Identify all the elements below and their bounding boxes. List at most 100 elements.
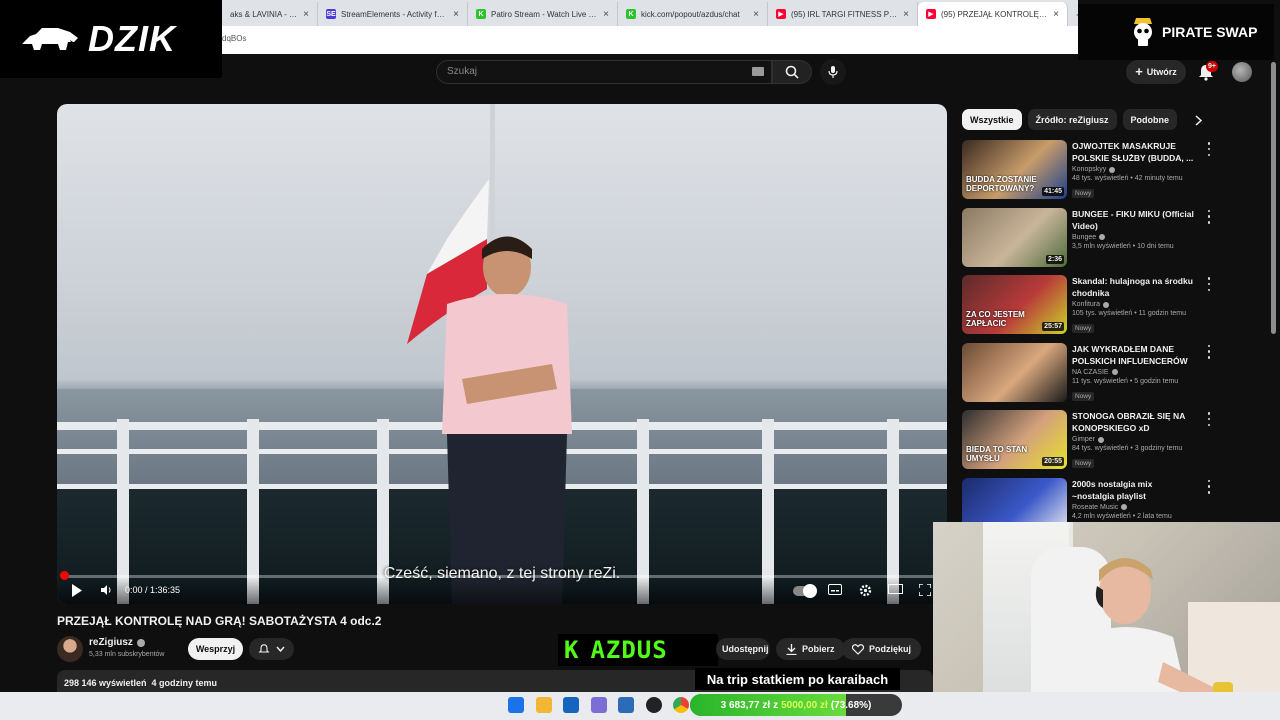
support-button[interactable]: Wesprzyj <box>188 638 243 660</box>
create-label: Utwórz <box>1146 67 1177 77</box>
channel-avatar[interactable] <box>57 636 83 662</box>
recommendation-item[interactable]: 2:36 BUNGEE - FIKU MIKU (Official Video) B… <box>962 207 1212 270</box>
thumbnail-text: BIEDA TO STAN UMYSŁU <box>966 445 1028 463</box>
share-button[interactable]: Udostępnij <box>716 638 770 660</box>
browser-tab[interactable]: ▶ (95) IRL TARGI FITNESS POTEM × <box>768 2 918 26</box>
kick-streamer-overlay: K AZDUS <box>558 634 718 666</box>
recommendation-title[interactable]: OJWOJTEK MASAKRUJE POLSKIE SŁUŻBY (BUDDA… <box>1072 140 1196 164</box>
recommendation-thumbnail[interactable]: BUDDA ZOSTANIE DEPORTOWANY? 41:45 <box>962 140 1067 199</box>
video-title: PRZEJĄŁ KONTROLĘ NAD GRĄ! SABOTAŻYSTA 4 … <box>57 614 382 628</box>
recommendation-thumbnail[interactable] <box>962 342 1067 402</box>
app-icon[interactable] <box>591 697 607 713</box>
dzik-logo-overlay: DZIK <box>0 0 222 78</box>
account-avatar[interactable] <box>1232 62 1252 82</box>
tab-close-icon[interactable]: × <box>753 9 759 20</box>
autoplay-toggle[interactable] <box>793 584 817 598</box>
fullscreen-button[interactable] <box>919 584 931 596</box>
webcam-overlay <box>933 522 1280 720</box>
theater-mode-button[interactable] <box>888 584 903 594</box>
filter-chips: WszystkieŹródło: reZigiuszPodobneDla <box>962 109 1182 131</box>
more-options-icon[interactable] <box>1206 479 1212 494</box>
tab-close-icon[interactable]: × <box>603 9 609 20</box>
start-windows-icon[interactable] <box>508 697 524 713</box>
filter-chip[interactable]: Podobne <box>1122 109 1178 130</box>
create-button[interactable]: + Utwórz <box>1126 60 1186 84</box>
recommendation-channel-row[interactable]: Konopskyy <box>1072 166 1196 173</box>
tab-title: StreamElements - Activity feed <box>341 9 449 19</box>
recommendation-thumbnail[interactable]: BIEDA TO STAN UMYSŁU 20:55 <box>962 410 1067 469</box>
video-duration: 41:45 <box>1042 187 1064 196</box>
thanks-button[interactable]: Podziękuj <box>842 638 922 660</box>
settings-button[interactable] <box>859 584 872 597</box>
download-button[interactable]: Pobierz <box>776 638 845 660</box>
browser-address-bar[interactable]: dqBOs <box>222 26 1078 54</box>
chips-next-button[interactable] <box>1188 111 1208 129</box>
filter-chip[interactable]: Źródło: reZigiusz <box>1027 109 1117 130</box>
recommendation-title[interactable]: 2000s nostalgia mix ~nostalgia playlist <box>1072 478 1196 502</box>
more-options-icon[interactable] <box>1206 209 1212 224</box>
obs-icon[interactable] <box>646 697 662 713</box>
page-scrollbar[interactable] <box>1271 62 1276 334</box>
more-options-icon[interactable] <box>1206 344 1212 359</box>
browser-tab[interactable]: K Patiro Stream - Watch Live on K × <box>468 2 618 26</box>
browser-tab[interactable]: aks & LAVINIA - I Wa × <box>222 2 318 26</box>
recommendation-title[interactable]: BUNGEE - FIKU MIKU (Official Video) <box>1072 208 1196 232</box>
tab-favicon-icon: ▶ <box>776 9 786 19</box>
search-input[interactable]: Szukaj <box>436 60 772 84</box>
donation-goal: 5000,00 zł <box>781 699 828 711</box>
search-placeholder: Szukaj <box>447 66 478 77</box>
recommendation-channel-row[interactable]: NA CZASIE <box>1072 369 1196 376</box>
volume-button[interactable] <box>100 584 112 596</box>
recommendation-thumbnail[interactable]: ZA CO JESTEM ZAPŁACIC 25:57 <box>962 275 1067 334</box>
more-options-icon[interactable] <box>1206 277 1212 291</box>
channel-subscribers: 5,33 mln subskrybentów <box>89 651 165 658</box>
search-button[interactable] <box>772 60 812 84</box>
recommendation-channel: Konopskyy <box>1072 166 1107 173</box>
new-tab-button[interactable]: + <box>1068 7 1078 26</box>
player-progress-bar[interactable] <box>65 575 939 578</box>
recommendation-title[interactable]: STONOGA OBRAZIŁ SIĘ NA KONOPSKIEGO xD <box>1072 410 1196 434</box>
recommendation-channel-row[interactable]: Gimper <box>1072 436 1196 443</box>
tab-favicon-icon: ▶ <box>926 9 936 19</box>
bell-icon <box>258 644 270 653</box>
recommendation-item[interactable]: BIEDA TO STAN UMYSŁU 20:55 STONOGA OBRAZIŁ… <box>962 410 1212 472</box>
file-explorer-icon[interactable] <box>536 697 552 713</box>
recommendation-title[interactable]: Skandal: hulajnoga na środku chodnika <box>1072 275 1196 299</box>
tab-close-icon[interactable]: × <box>1053 9 1059 20</box>
thumbnail-text: ZA CO JESTEM ZAPŁACIC <box>966 310 1025 328</box>
outlook-icon[interactable] <box>563 697 579 713</box>
video-player[interactable]: Cześć, siemano, z tej strony reZi. 0:00 … <box>57 104 947 604</box>
gear-icon <box>859 584 872 597</box>
tab-close-icon[interactable]: × <box>453 9 459 20</box>
tab-close-icon[interactable]: × <box>903 9 909 20</box>
keyboard-icon[interactable] <box>752 67 764 76</box>
more-options-icon[interactable] <box>1206 412 1212 426</box>
browser-tab[interactable]: SE StreamElements - Activity feed × <box>318 2 468 26</box>
subscription-bell-button[interactable] <box>249 638 294 660</box>
player-time: 0:00 / 1:36:35 <box>125 585 181 595</box>
recommendation-item[interactable]: JAK WYKRADŁEM DANE POLSKICH INFLUENCERÓW… <box>962 342 1212 405</box>
chrome-icon[interactable] <box>673 697 689 713</box>
browser-tab[interactable]: Kkick.com/popout/azdus/chat × <box>618 2 768 26</box>
play-icon <box>72 584 82 597</box>
browser-tab[interactable]: ▶ (95) PRZEJĄŁ KONTROLĘ NAD G × <box>918 2 1068 26</box>
channel-name-row[interactable]: reZigiusz <box>89 637 145 648</box>
app-window-icon[interactable] <box>618 697 634 713</box>
play-button[interactable] <box>71 584 83 597</box>
video-duration: 2:36 <box>1045 254 1064 264</box>
recommendation-channel: Gimper <box>1072 436 1095 443</box>
recommendation-thumbnail[interactable]: 2:36 <box>962 207 1067 267</box>
recommendation-title[interactable]: JAK WYKRADŁEM DANE POLSKICH INFLUENCERÓW <box>1072 343 1196 367</box>
filter-chip[interactable]: Wszystkie <box>962 109 1022 130</box>
recommendation-item[interactable]: ZA CO JESTEM ZAPŁACIC 25:57 Skandal: hulaj… <box>962 275 1212 337</box>
recommendation-channel-row[interactable]: Bungee <box>1072 234 1196 241</box>
recommendation-channel-row[interactable]: Roseate Music <box>1072 504 1196 511</box>
voice-search-button[interactable] <box>820 59 846 85</box>
more-options-icon[interactable] <box>1206 142 1212 156</box>
player-scrubber-handle[interactable] <box>60 571 69 580</box>
tab-close-icon[interactable]: × <box>303 9 309 20</box>
recommendation-channel-row[interactable]: Konfitura <box>1072 301 1196 308</box>
recommendation-item[interactable]: BUDDA ZOSTANIE DEPORTOWANY? 41:45 OJWOJTEK… <box>962 140 1212 202</box>
subtitles-button[interactable] <box>828 584 842 595</box>
new-badge: Nowy <box>1072 189 1095 198</box>
